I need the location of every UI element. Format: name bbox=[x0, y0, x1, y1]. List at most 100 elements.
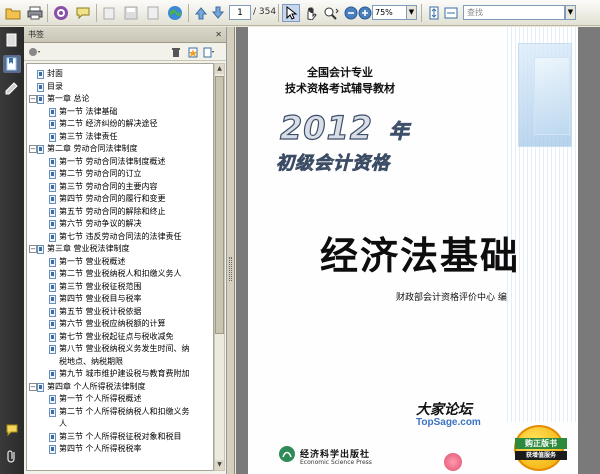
scroll-up-button[interactable]: ▲ bbox=[215, 64, 224, 74]
fit-width-icon[interactable] bbox=[442, 4, 460, 22]
bookmark-label: 第一节 法律基础 bbox=[59, 106, 118, 116]
pdf-page: 全国会计专业 技术资格考试辅导教材 2012 年 初级会计资格 经济法基础 财政… bbox=[248, 27, 578, 474]
bookmark-item[interactable]: 第三节 劳动合同的主要内容 bbox=[27, 181, 213, 193]
bookmark-icon bbox=[49, 195, 56, 204]
bookmark-label: 第三节 营业税征税范围 bbox=[59, 281, 142, 291]
bookmark-icon bbox=[49, 432, 56, 442]
bookmark-item[interactable]: 第四节 个人所得税税率 bbox=[27, 443, 213, 455]
bookmark-item[interactable]: 第四节 劳动合同的履行和变更 bbox=[27, 193, 213, 205]
zoom-tool-icon[interactable] bbox=[322, 4, 340, 22]
attachments-panel-icon[interactable] bbox=[3, 447, 21, 465]
bookmark-chapter[interactable]: − 第四章 个人所得税法律制度 bbox=[27, 381, 213, 393]
hand-tool-icon[interactable] bbox=[302, 4, 320, 22]
sign-icon[interactable] bbox=[100, 4, 118, 22]
open-file-icon[interactable] bbox=[4, 4, 22, 22]
bookmark-chapter[interactable]: − 第三章 营业税法律制度 bbox=[27, 243, 213, 255]
bookmark-icon bbox=[49, 345, 56, 354]
search-input[interactable]: 查找 bbox=[463, 5, 565, 20]
bookmark-item[interactable]: 第三节 营业税征税范围 bbox=[27, 281, 213, 293]
bookmark-item[interactable]: 第七节 营业税起征点与税收减免 bbox=[27, 331, 213, 343]
bookmark-icon bbox=[37, 82, 44, 92]
page-number-input[interactable] bbox=[229, 5, 251, 20]
bookmark-chapter[interactable]: 目录 bbox=[27, 81, 213, 93]
bookmark-label: 第二节 经济纠纷的解决途径 bbox=[59, 119, 158, 128]
bookmark-item[interactable]: 第一节 个人所得税概述 bbox=[27, 393, 213, 405]
zoom-level-input[interactable] bbox=[372, 5, 408, 20]
document-viewer[interactable]: 全国会计专业 技术资格考试辅导教材 2012 年 初级会计资格 经济法基础 财政… bbox=[236, 27, 600, 474]
bookmark-item[interactable]: 第一节 法律基础 bbox=[27, 106, 213, 118]
bookmark-item[interactable]: 第三节 个人所得税征税对象和税目 bbox=[27, 431, 213, 443]
cover-level: 初级会计资格 bbox=[276, 153, 390, 175]
bookmark-chapter[interactable]: − 第一章 总论 bbox=[27, 93, 213, 105]
bookmark-item[interactable]: 第三节 法律责任 bbox=[27, 131, 213, 143]
bookmark-item[interactable]: 第四节 营业税目与税率 bbox=[27, 293, 213, 305]
next-page-icon[interactable] bbox=[209, 4, 227, 22]
select-tool-icon[interactable] bbox=[282, 4, 300, 22]
bookmark-label: 第二章 劳动合同法律制度 bbox=[47, 144, 138, 153]
bookmark-item[interactable]: 第一节 营业税概述 bbox=[27, 256, 213, 268]
bookmark-item[interactable]: 第八节 营业税纳税义务发生时间、纳 bbox=[27, 343, 213, 355]
bookmark-label: 第四节 劳动合同的履行和变更 bbox=[59, 194, 166, 203]
bookmark-item[interactable]: 第五节 营业税计税依据 bbox=[27, 306, 213, 318]
bookmark-item[interactable]: 第二节 营业税纳税人和扣缴义务人 bbox=[27, 268, 213, 280]
delete-bookmark-icon[interactable] bbox=[169, 46, 182, 58]
bookmark-icon bbox=[37, 70, 44, 79]
bookmark-item[interactable]: 第五节 劳动合同的解除和终止 bbox=[27, 206, 213, 218]
comments-panel-icon[interactable] bbox=[3, 421, 21, 439]
pages-panel-icon[interactable] bbox=[3, 31, 21, 49]
bookmark-scrollbar[interactable]: ▲ ▼ bbox=[214, 63, 225, 471]
bookmarks-panel-icon[interactable] bbox=[3, 55, 21, 73]
zoom-dropdown-button[interactable]: ▼ bbox=[406, 5, 417, 20]
genuine-book-badge: 购正版书 获增值服务 bbox=[512, 425, 570, 471]
collapse-toggle-icon[interactable]: − bbox=[29, 145, 37, 153]
scroll-down-button[interactable]: ▼ bbox=[215, 460, 224, 470]
publisher-name-en: Economic Science Press bbox=[300, 459, 372, 466]
bookmarks-panel-title: 书签 bbox=[28, 30, 44, 39]
bookmark-item[interactable]: 第六节 营业税应纳税额的计算 bbox=[27, 318, 213, 330]
fit-page-icon[interactable] bbox=[425, 4, 443, 22]
toolbar-separator bbox=[96, 4, 97, 22]
bookmark-item[interactable]: 第二节 经济纠纷的解决途径 bbox=[27, 118, 213, 130]
bookmark-label: 第九节 城市维护建设税与教育费附加 bbox=[59, 369, 190, 378]
collapse-toggle-icon[interactable]: − bbox=[29, 245, 37, 253]
watermark-logo: 大家论坛 TopSage.com bbox=[416, 399, 481, 428]
splitter-grip[interactable] bbox=[229, 257, 232, 281]
comment-icon[interactable] bbox=[74, 4, 92, 22]
bookmark-options-icon[interactable] bbox=[28, 46, 41, 58]
badge-line2: 获增值服务 bbox=[515, 451, 567, 460]
panel-close-button[interactable]: ✕ bbox=[215, 30, 222, 39]
bookmark-item[interactable]: 第一节 劳动合同法律制度概述 bbox=[27, 156, 213, 168]
bookmark-icon bbox=[49, 257, 56, 267]
new-bookmark-icon[interactable] bbox=[186, 46, 199, 58]
bookmark-tree: 封面 目录 − 第一章 总论 第一节 法律基础第二节 经济纠纷的解决途径第三节 法律责任… bbox=[26, 63, 214, 471]
bookmark-label: 第七节 营业税起征点与税收减免 bbox=[59, 331, 174, 341]
document-icon[interactable] bbox=[144, 4, 162, 22]
globe-icon[interactable] bbox=[166, 4, 184, 22]
print-icon[interactable] bbox=[26, 4, 44, 22]
bookmark-chapter[interactable]: − 第二章 劳动合同法律制度 bbox=[27, 143, 213, 155]
expand-bookmark-icon[interactable] bbox=[202, 46, 215, 58]
collapse-toggle-icon[interactable]: − bbox=[29, 382, 37, 391]
bookmark-icon bbox=[49, 282, 56, 292]
collapse-toggle-icon[interactable]: − bbox=[29, 95, 37, 103]
bookmark-chapter[interactable]: 封面 bbox=[27, 68, 213, 80]
bookmark-item[interactable]: 第六节 劳动争议的解决 bbox=[27, 218, 213, 230]
bookmark-item[interactable]: 第二节 个人所得税纳税人和扣缴义务 bbox=[27, 406, 213, 418]
bookmark-item[interactable]: 第二节 劳动合同的订立 bbox=[27, 168, 213, 180]
bookmark-icon bbox=[49, 270, 56, 279]
bookmark-icon bbox=[49, 232, 56, 242]
bookmark-item[interactable]: 税地点、纳税期限 bbox=[27, 356, 213, 368]
bookmark-item[interactable]: 第九节 城市维护建设税与教育费附加 bbox=[27, 368, 213, 380]
bookmark-item[interactable]: 第七节 违反劳动合同法的法律责任 bbox=[27, 231, 213, 243]
bookmark-label: 税地点、纳税期限 bbox=[59, 356, 123, 366]
scroll-thumb[interactable] bbox=[215, 76, 224, 334]
previous-page-icon[interactable] bbox=[192, 4, 210, 22]
bookmark-item[interactable]: 人 bbox=[27, 418, 213, 430]
save-icon[interactable] bbox=[122, 4, 140, 22]
search-dropdown-button[interactable]: ▼ bbox=[565, 5, 576, 20]
signatures-panel-icon[interactable] bbox=[3, 79, 21, 97]
email-icon[interactable] bbox=[52, 4, 70, 22]
cover-year-suffix: 年 bbox=[389, 119, 410, 144]
panel-splitter[interactable] bbox=[227, 27, 235, 474]
bookmark-icon bbox=[37, 95, 44, 104]
